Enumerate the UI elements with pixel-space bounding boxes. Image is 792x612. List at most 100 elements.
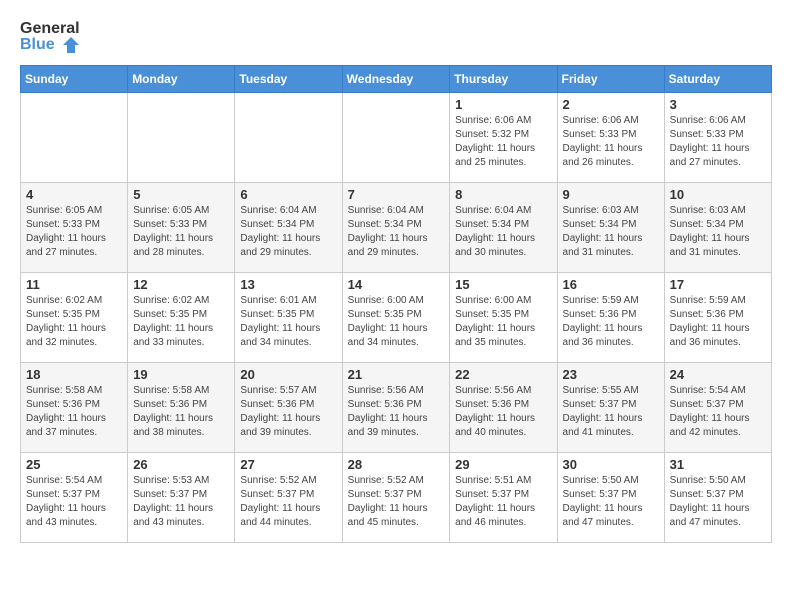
day-info: Sunrise: 5:57 AMSunset: 5:36 PMDaylight:…: [240, 384, 336, 440]
day-number: 31: [670, 457, 766, 472]
calendar-week-1: 1 Sunrise: 6:06 AMSunset: 5:32 PMDaylight…: [21, 93, 772, 183]
day-info: Sunrise: 6:06 AMSunset: 5:33 PMDaylight:…: [670, 114, 766, 170]
day-info: Sunrise: 5:55 AMSunset: 5:37 PMDaylight:…: [563, 384, 659, 440]
day-number: 4: [26, 187, 122, 202]
calendar-cell: 29Sunrise: 5:51 AMSunset: 5:37 PMDayligh…: [450, 453, 557, 543]
day-info: Sunrise: 5:59 AMSunset: 5:36 PMDaylight:…: [563, 294, 659, 350]
day-info: Sunrise: 6:03 AMSunset: 5:34 PMDaylight:…: [563, 204, 659, 260]
day-info: Sunrise: 5:53 AMSunset: 5:37 PMDaylight:…: [133, 474, 229, 530]
calendar-cell: [235, 93, 342, 183]
day-header-thursday: Thursday: [450, 66, 557, 93]
day-number: 5: [133, 187, 229, 202]
logo-text: General Blue: [20, 20, 80, 55]
calendar-week-4: 18 Sunrise: 5:58 AMSunset: 5:36 PMDayligh…: [21, 363, 772, 453]
day-number: 28: [348, 457, 445, 472]
day-number: 6: [240, 187, 336, 202]
day-info: Sunrise: 5:52 AMSunset: 5:37 PMDaylight:…: [240, 474, 336, 530]
calendar-cell: 4Sunrise: 6:05 AMSunset: 5:33 PMDaylight…: [21, 183, 128, 273]
day-number: 18: [26, 367, 122, 382]
calendar-cell: 27Sunrise: 5:52 AMSunset: 5:37 PMDayligh…: [235, 453, 342, 543]
calendar-cell: 28 Sunrise: 5:52 AMSunset: 5:37 PMDayligh…: [342, 453, 450, 543]
calendar-cell: 31Sunrise: 5:50 AMSunset: 5:37 PMDayligh…: [664, 453, 771, 543]
day-info: Sunrise: 6:04 AMSunset: 5:34 PMDaylight:…: [455, 204, 551, 260]
calendar-cell: 19Sunrise: 5:58 AMSunset: 5:36 PMDayligh…: [128, 363, 235, 453]
calendar-cell: [128, 93, 235, 183]
calendar-week-5: 25Sunrise: 5:54 AMSunset: 5:37 PMDayligh…: [21, 453, 772, 543]
calendar-cell: 17 Sunrise: 5:59 AMSunset: 5:36 PMDayligh…: [664, 273, 771, 363]
day-number: 11: [26, 277, 122, 292]
calendar-cell: 18 Sunrise: 5:58 AMSunset: 5:36 PMDayligh…: [21, 363, 128, 453]
day-header-tuesday: Tuesday: [235, 66, 342, 93]
day-number: 12: [133, 277, 229, 292]
logo-arrow-icon: [61, 36, 79, 54]
day-info: Sunrise: 5:59 AMSunset: 5:36 PMDaylight:…: [670, 294, 766, 350]
day-number: 7: [348, 187, 445, 202]
day-number: 21: [348, 367, 445, 382]
calendar-cell: 16 Sunrise: 5:59 AMSunset: 5:36 PMDayligh…: [557, 273, 664, 363]
calendar-cell: 26 Sunrise: 5:53 AMSunset: 5:37 PMDayligh…: [128, 453, 235, 543]
day-info: Sunrise: 5:52 AMSunset: 5:37 PMDaylight:…: [348, 474, 445, 530]
calendar-cell: 14Sunrise: 6:00 AMSunset: 5:35 PMDayligh…: [342, 273, 450, 363]
day-number: 17: [670, 277, 766, 292]
day-info: Sunrise: 6:05 AMSunset: 5:33 PMDaylight:…: [133, 204, 229, 260]
day-number: 14: [348, 277, 445, 292]
day-number: 2: [563, 97, 659, 112]
day-number: 15: [455, 277, 551, 292]
calendar-cell: 3 Sunrise: 6:06 AMSunset: 5:33 PMDaylight…: [664, 93, 771, 183]
day-header-sunday: Sunday: [21, 66, 128, 93]
calendar-cell: 9 Sunrise: 6:03 AMSunset: 5:34 PMDaylight…: [557, 183, 664, 273]
day-number: 1: [455, 97, 551, 112]
calendar-cell: 15 Sunrise: 6:00 AMSunset: 5:35 PMDayligh…: [450, 273, 557, 363]
calendar-table: SundayMondayTuesdayWednesdayThursdayFrid…: [20, 65, 772, 543]
day-header-friday: Friday: [557, 66, 664, 93]
day-info: Sunrise: 6:04 AMSunset: 5:34 PMDaylight:…: [348, 204, 445, 260]
day-number: 9: [563, 187, 659, 202]
calendar-cell: 12Sunrise: 6:02 AMSunset: 5:35 PMDayligh…: [128, 273, 235, 363]
day-info: Sunrise: 6:01 AMSunset: 5:35 PMDaylight:…: [240, 294, 336, 350]
day-header-wednesday: Wednesday: [342, 66, 450, 93]
calendar-cell: 24Sunrise: 5:54 AMSunset: 5:37 PMDayligh…: [664, 363, 771, 453]
day-info: Sunrise: 5:58 AMSunset: 5:36 PMDaylight:…: [26, 384, 122, 440]
day-number: 29: [455, 457, 551, 472]
day-header-saturday: Saturday: [664, 66, 771, 93]
calendar-cell: 7 Sunrise: 6:04 AMSunset: 5:34 PMDaylight…: [342, 183, 450, 273]
calendar-cell: 11 Sunrise: 6:02 AMSunset: 5:35 PMDayligh…: [21, 273, 128, 363]
calendar-cell: [21, 93, 128, 183]
day-number: 20: [240, 367, 336, 382]
calendar-cell: 21 Sunrise: 5:56 AMSunset: 5:36 PMDayligh…: [342, 363, 450, 453]
day-info: Sunrise: 6:02 AMSunset: 5:35 PMDaylight:…: [26, 294, 122, 350]
day-number: 16: [563, 277, 659, 292]
day-number: 13: [240, 277, 336, 292]
day-info: Sunrise: 5:50 AMSunset: 5:37 PMDaylight:…: [563, 474, 659, 530]
day-info: Sunrise: 6:06 AMSunset: 5:32 PMDaylight:…: [455, 114, 551, 170]
day-number: 10: [670, 187, 766, 202]
calendar-header-row: SundayMondayTuesdayWednesdayThursdayFrid…: [21, 66, 772, 93]
day-number: 25: [26, 457, 122, 472]
day-info: Sunrise: 6:04 AMSunset: 5:34 PMDaylight:…: [240, 204, 336, 260]
calendar-cell: 20 Sunrise: 5:57 AMSunset: 5:36 PMDayligh…: [235, 363, 342, 453]
page-header: General Blue: [20, 20, 772, 55]
calendar-cell: 13 Sunrise: 6:01 AMSunset: 5:35 PMDayligh…: [235, 273, 342, 363]
day-info: Sunrise: 6:00 AMSunset: 5:35 PMDaylight:…: [455, 294, 551, 350]
calendar-cell: 23 Sunrise: 5:55 AMSunset: 5:37 PMDayligh…: [557, 363, 664, 453]
day-info: Sunrise: 5:56 AMSunset: 5:36 PMDaylight:…: [348, 384, 445, 440]
day-info: Sunrise: 5:56 AMSunset: 5:36 PMDaylight:…: [455, 384, 551, 440]
calendar-cell: 25Sunrise: 5:54 AMSunset: 5:37 PMDayligh…: [21, 453, 128, 543]
calendar-cell: [342, 93, 450, 183]
calendar-cell: 2 Sunrise: 6:06 AMSunset: 5:33 PMDaylight…: [557, 93, 664, 183]
calendar-cell: 1 Sunrise: 6:06 AMSunset: 5:32 PMDaylight…: [450, 93, 557, 183]
day-number: 23: [563, 367, 659, 382]
calendar-cell: 22 Sunrise: 5:56 AMSunset: 5:36 PMDayligh…: [450, 363, 557, 453]
day-number: 26: [133, 457, 229, 472]
day-number: 8: [455, 187, 551, 202]
day-number: 22: [455, 367, 551, 382]
calendar-cell: 10Sunrise: 6:03 AMSunset: 5:34 PMDayligh…: [664, 183, 771, 273]
calendar-cell: 5 Sunrise: 6:05 AMSunset: 5:33 PMDaylight…: [128, 183, 235, 273]
calendar-week-2: 4 Sunrise: 6:05 AMSunset: 5:33 PMDaylight…: [21, 183, 772, 273]
day-number: 3: [670, 97, 766, 112]
day-info: Sunrise: 6:06 AMSunset: 5:33 PMDaylight:…: [563, 114, 659, 170]
calendar-cell: 6 Sunrise: 6:04 AMSunset: 5:34 PMDaylight…: [235, 183, 342, 273]
day-info: Sunrise: 5:58 AMSunset: 5:36 PMDaylight:…: [133, 384, 229, 440]
day-header-monday: Monday: [128, 66, 235, 93]
logo: General Blue: [20, 20, 80, 55]
